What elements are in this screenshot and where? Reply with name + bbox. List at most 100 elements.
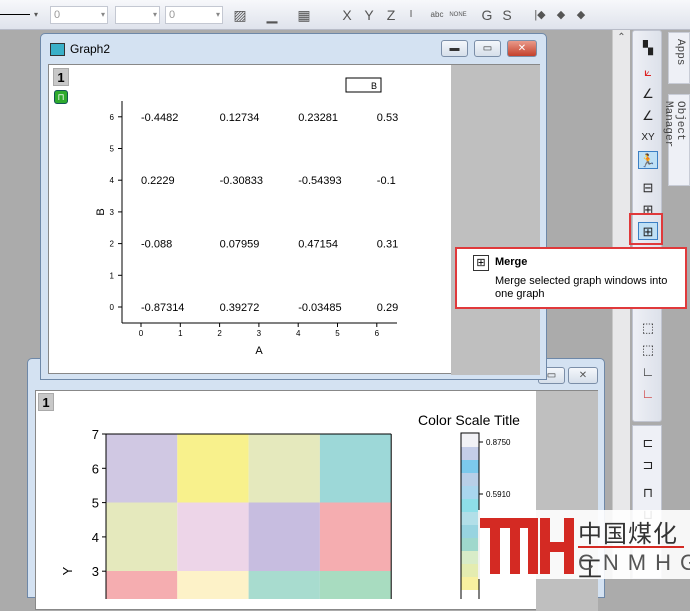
layer-icon-4[interactable]: ∟ (638, 385, 658, 403)
label-button[interactable]: abc (428, 5, 446, 25)
legend-label: B (371, 81, 377, 91)
size-combo[interactable]: 0 ▾ (165, 6, 223, 24)
heatmap-cell (319, 502, 392, 571)
watermark-logo: 中国煤化工 CNMHG (478, 510, 690, 583)
next-icon[interactable]: ◆ (574, 5, 588, 25)
watermark-en: CNMHG (578, 550, 690, 575)
x-tick-label: 0 (139, 329, 144, 338)
merge-tooltip: ⊞ Merge Merge selected graph windows int… (455, 247, 687, 309)
merge-icon: ⊞ (473, 255, 489, 271)
y-tick-label: 5 (110, 145, 115, 154)
heatmap-cell (248, 434, 320, 503)
y-button[interactable]: Y (362, 5, 376, 25)
color-scale-band (461, 460, 479, 473)
color-scale-band (461, 434, 479, 447)
color-scale-band (461, 512, 479, 525)
align-left-icon[interactable]: ⊏ (638, 434, 658, 452)
data-label: -0.87314 (141, 302, 184, 314)
rescale-y-icon[interactable]: ∠ (638, 107, 658, 125)
z-button[interactable]: Z (384, 5, 398, 25)
tooltip-title: Merge (495, 256, 528, 268)
layer-icon-1[interactable]: ⬚ (638, 319, 658, 337)
data-label: 0.12734 (220, 112, 260, 124)
color-scale-band (461, 525, 479, 538)
align-top-icon[interactable]: ⊓ (638, 484, 658, 502)
color-scale-band (461, 447, 479, 460)
format-toolbar: ▾ 0 ▾ ▾ 0 ▾ ▨ ▁ ▦ X Y Z I abc NONE G S |◆ … (0, 0, 690, 30)
data-label: -0.30833 (220, 175, 263, 187)
color-scale-band (461, 551, 479, 564)
data-label: -0.03485 (298, 302, 341, 314)
x-tick-label: 5 (335, 329, 340, 338)
heatmap-cell (177, 571, 249, 599)
line-width-value: 0 (54, 9, 61, 21)
extract-icon[interactable]: ⊟ (638, 179, 658, 197)
heatmap-cell (106, 502, 178, 571)
first-icon[interactable]: |◆ (532, 5, 548, 25)
data-label: -0.54393 (298, 175, 341, 187)
s-button[interactable]: S (500, 5, 514, 25)
color-combo[interactable]: ▾ (115, 6, 160, 24)
prev-icon[interactable]: ◆ (554, 5, 568, 25)
tab-apps[interactable]: Apps (668, 32, 690, 84)
y-tick-label: 0 (110, 303, 115, 312)
color-scale-label: 0.5910 (486, 490, 511, 499)
y-tick-label: 6 (92, 461, 99, 476)
tooltip-text: Merge selected graph windows into one gr… (495, 275, 668, 300)
speed-mode-icon[interactable]: 🏃 (638, 151, 658, 169)
tab-object-manager[interactable]: Object Manager (662, 94, 690, 186)
data-labels: -0.4482 0.12734 0.23281 0.53 0.2229 -0.30833 -… (141, 112, 398, 314)
layer-icon-2[interactable]: ⬚ (638, 341, 658, 359)
data-label: -0.1 (377, 175, 396, 187)
border-icon[interactable]: ▁ (262, 5, 282, 25)
x-tick-label: 6 (375, 329, 380, 338)
table-icon[interactable]: ▦ (294, 5, 314, 25)
data-label: 0.31 (377, 239, 398, 251)
align-right-icon[interactable]: ⊐ (638, 456, 658, 474)
data-label: 0.39272 (220, 302, 260, 314)
x-axis-title: A (255, 345, 263, 357)
heatmap-cell (248, 571, 320, 599)
y-tick-label: 4 (110, 176, 115, 185)
error-bar-button[interactable]: I (406, 5, 416, 25)
x-tick-label: 1 (178, 329, 183, 338)
y-axis-title: Y (60, 566, 75, 575)
y-tick-label: 2 (110, 240, 115, 249)
color-scale-band (461, 564, 479, 577)
scroll-up-icon[interactable]: ⌃ (613, 32, 630, 43)
y-tick-label: 5 (92, 496, 99, 511)
color-scale-band (461, 538, 479, 551)
y-tick-label: 3 (110, 208, 115, 217)
heatmap-cell (319, 571, 392, 599)
line-width-combo[interactable]: 0 ▾ (50, 6, 108, 24)
heatmap-cell (106, 571, 178, 599)
graph2-window[interactable]: Graph2 ▬ ▭ ✕ 1 ⊓ 0 1 2 3 4 5 6 0 1 2 3 4 5 6 A B -0.4482… (40, 33, 547, 380)
x-button[interactable]: X (340, 5, 354, 25)
pattern-icon[interactable]: ▨ (230, 5, 250, 25)
g-button[interactable]: G (480, 5, 494, 25)
heatmap-cell (106, 434, 178, 503)
rescale-xy-icon[interactable]: ⟀ (638, 63, 658, 81)
line-style-sample (0, 14, 30, 15)
y-tick-label: 6 (110, 113, 115, 122)
heatmap-cell (319, 434, 392, 503)
heatmap-cell (248, 502, 320, 571)
color-scale-band (461, 499, 479, 512)
data-label: 0.07959 (220, 239, 260, 251)
y-tick-label: 3 (92, 564, 99, 579)
x-tick-label: 2 (217, 329, 222, 338)
line-style-dropdown[interactable]: ▾ (34, 5, 38, 25)
layer-icon-3[interactable]: ∟ (638, 363, 658, 381)
rescale-x-icon[interactable]: ∠ (638, 85, 658, 103)
color-scale-title: Color Scale Title (418, 412, 520, 428)
none-button[interactable]: NONE (448, 5, 468, 25)
zoom-pan-icon[interactable]: ▚ (638, 39, 658, 57)
y-tick-label: 7 (92, 427, 99, 442)
color-scale-band (461, 486, 479, 499)
color-scale-band (461, 473, 479, 486)
heatmap-cell (177, 502, 249, 571)
y-axis-title: B (95, 208, 107, 215)
data-label: -0.4482 (141, 112, 178, 124)
swap-xy-icon[interactable]: XY (638, 129, 658, 147)
y-tick-label: 1 (110, 271, 115, 280)
